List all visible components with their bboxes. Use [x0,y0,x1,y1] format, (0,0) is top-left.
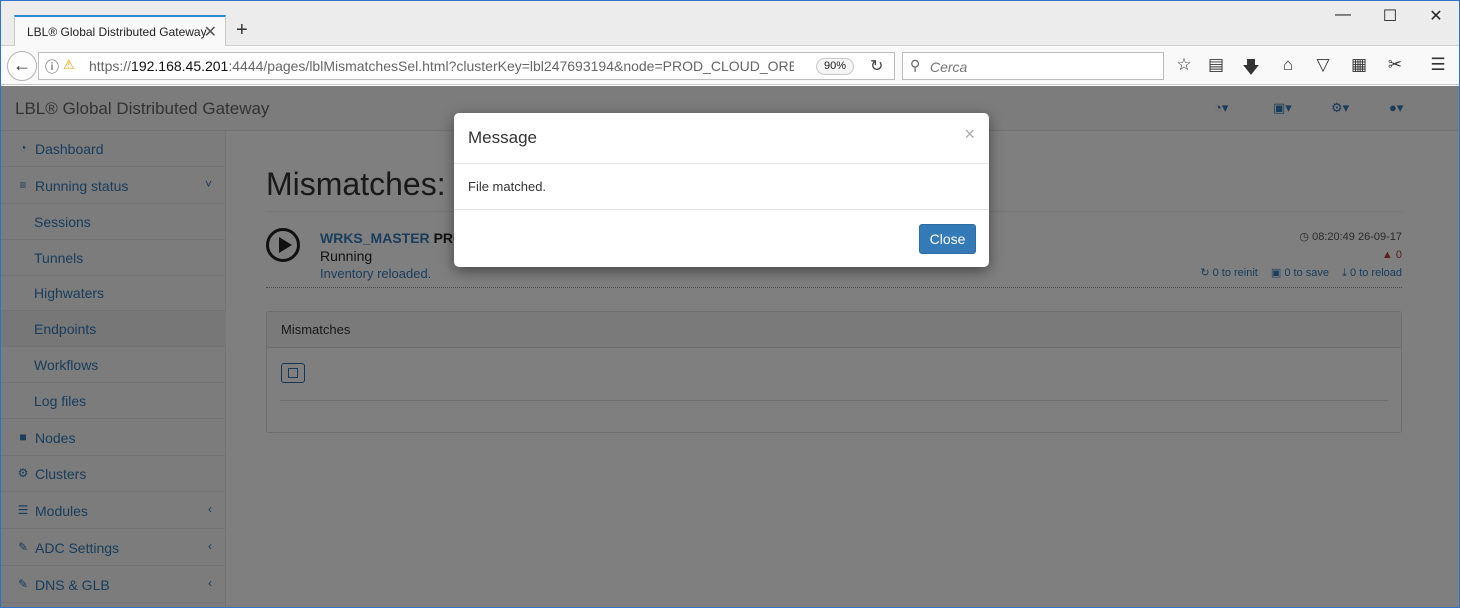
back-arrow-icon: ← [13,55,31,75]
close-button[interactable]: Close [919,224,976,254]
search-bar[interactable]: ⚲ [902,52,1164,80]
search-input[interactable] [930,58,1155,76]
browser-tab[interactable]: LBL® Global Distributed Gateway ✕ [14,15,226,47]
search-icon: ⚲ [910,57,921,73]
url-prefix: https:// [89,58,132,74]
download-icon[interactable]: 🡇 [1240,55,1262,84]
url-host: 192.168.45.201 [131,58,229,74]
reload-icon[interactable]: ↻ [870,56,883,76]
maximize-button[interactable]: ☐ [1377,6,1403,26]
home-icon[interactable]: ⌂ [1277,55,1299,75]
dialog-header: Message × [454,113,989,164]
dialog-footer: Close [454,209,989,267]
tab-title: LBL® Global Distributed Gateway [27,25,207,39]
close-window-button[interactable]: ✕ [1423,6,1449,26]
app-page: LBL® Global Distributed Gateway ◔▾ ▣▾ ⚙▾… [0,86,1460,608]
dialog-title: Message [468,128,537,147]
browser-titlebar: LBL® Global Distributed Gateway ✕ + — ☐ … [0,0,1460,47]
pocket-icon[interactable]: ▽ [1312,55,1334,75]
reading-list-icon[interactable]: ▤ [1205,55,1227,75]
zoom-level-badge[interactable]: 90% [816,58,854,75]
menu-icon[interactable]: ☰ [1427,55,1449,75]
screenshot-icon[interactable]: ✂ [1384,55,1406,75]
url-bar[interactable]: ⓘ ⚠ https://192.168.45.201:4444/pages/lb… [38,52,895,80]
info-icon[interactable]: ⓘ [45,57,59,77]
bookmark-star-icon[interactable]: ☆ [1173,55,1195,75]
message-dialog: Message × File matched. Close [454,113,989,267]
browser-toolbar: ← ⓘ ⚠ https://192.168.45.201:4444/pages/… [0,46,1460,85]
dialog-message: File matched. [468,179,547,194]
url-path: :4444/pages/lblMismatchesSel.html?cluste… [228,58,794,74]
back-button[interactable]: ← [7,51,37,81]
minimize-button[interactable]: — [1330,6,1356,24]
tab-close-icon[interactable]: ✕ [204,22,217,42]
url-text[interactable]: https://192.168.45.201:4444/pages/lblMis… [89,58,794,74]
new-tab-button[interactable]: + [236,19,248,42]
close-icon[interactable]: × [964,124,975,145]
lock-warning-icon[interactable]: ⚠ [63,57,75,73]
extension-icon[interactable]: ▦ [1348,55,1370,75]
